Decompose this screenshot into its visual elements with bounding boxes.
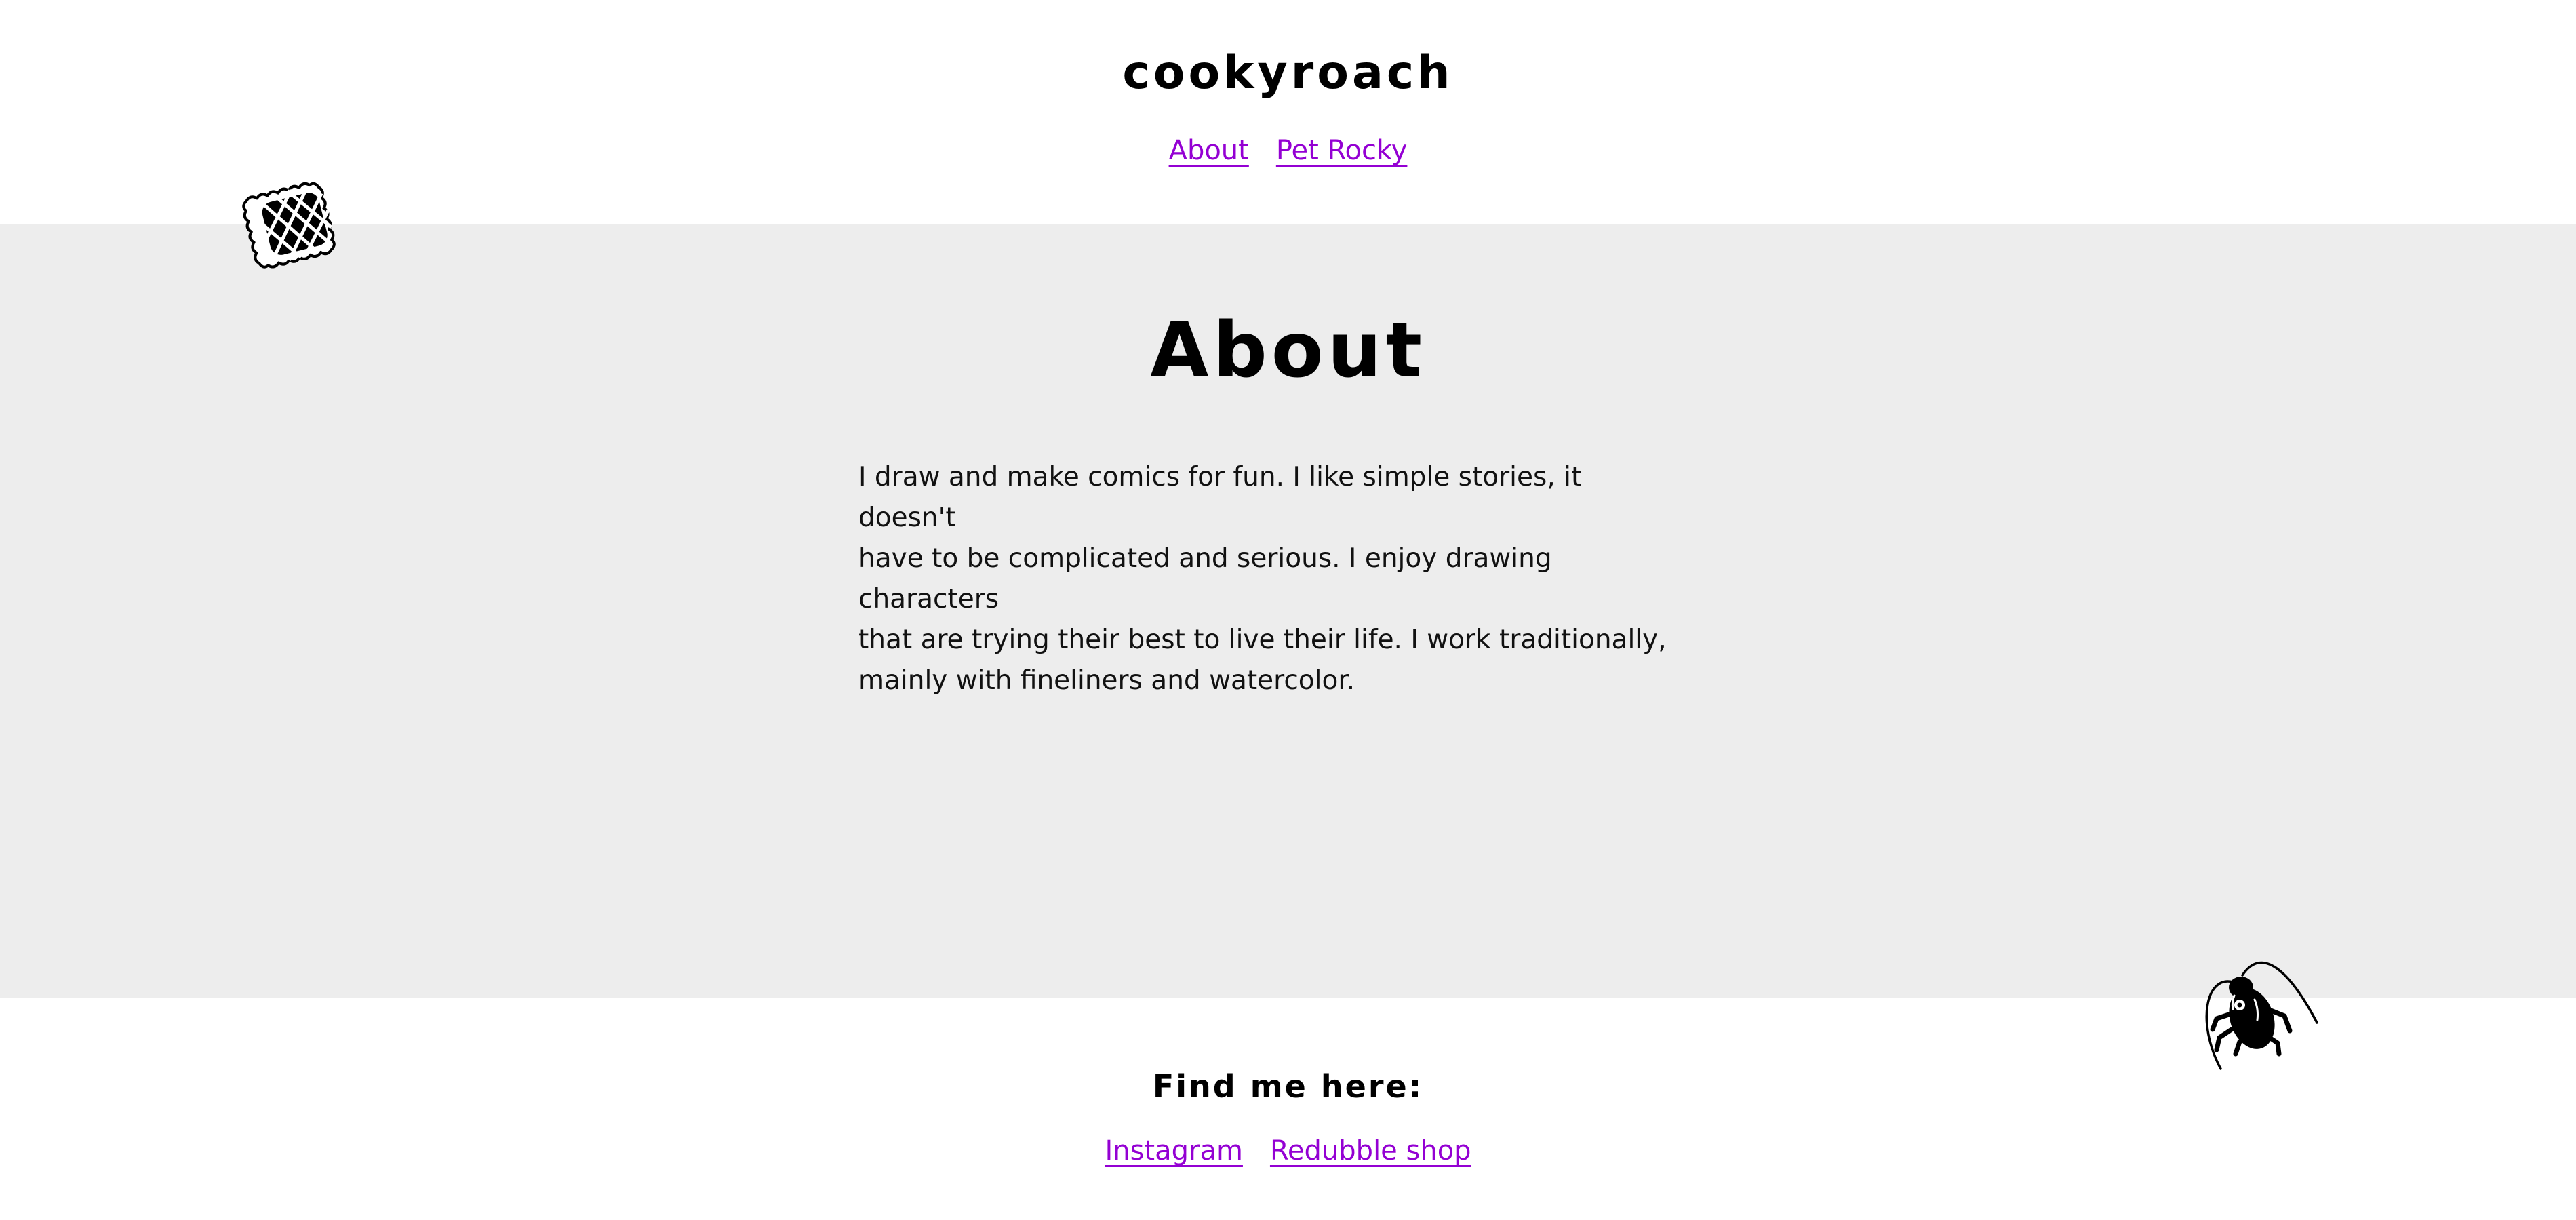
find-me-heading: Find me here: (1152, 1068, 1424, 1105)
about-paragraph-line: that are trying their best to live their… (858, 625, 1667, 655)
cookie-icon (242, 182, 336, 269)
about-section: About I draw and make comics for fun. I … (0, 224, 2576, 998)
nav-link-about[interactable]: About (1169, 130, 1249, 171)
about-paragraph-line: I draw and make comics for fun. I like s… (858, 462, 1582, 533)
page: cookyroach About Pet Rocky About I draw … (0, 0, 2576, 1220)
nav-link-pet-rocky[interactable]: Pet Rocky (1276, 130, 1408, 171)
page-heading: About (1149, 307, 1427, 395)
social-links: Instagram Redubble shop (0, 1130, 2576, 1171)
main-nav: About Pet Rocky (0, 130, 2576, 171)
cockroach-icon (2205, 961, 2318, 1070)
about-paragraph: I draw and make comics for fun. I like s… (858, 457, 1672, 701)
about-paragraph-line: mainly with fineliners and watercolor. (858, 665, 1355, 696)
about-paragraph-line: have to be complicated and serious. I en… (858, 543, 1552, 614)
instagram-link[interactable]: Instagram (1105, 1130, 1243, 1171)
site-title: cookyroach (1122, 46, 1454, 100)
redubble-shop-link[interactable]: Redubble shop (1270, 1130, 1471, 1171)
site-header: cookyroach About Pet Rocky (0, 0, 2576, 224)
site-footer: Find me here: Instagram Redubble shop (0, 998, 2576, 1220)
